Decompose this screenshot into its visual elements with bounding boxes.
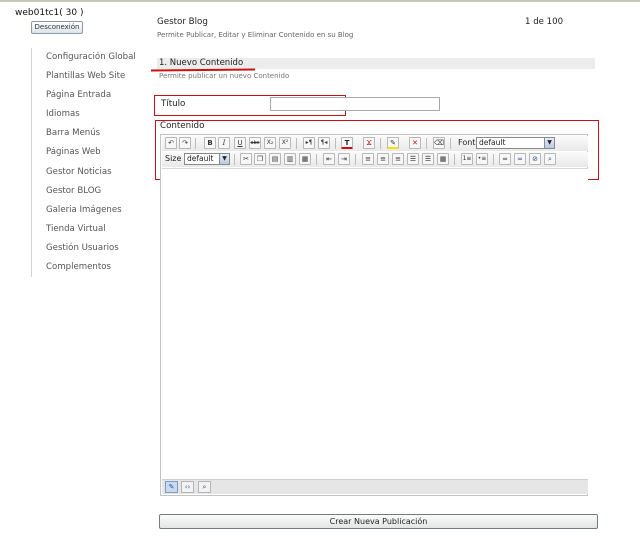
toolbar-separator — [195, 138, 196, 149]
module-title: Gestor Blog — [157, 17, 208, 27]
rich-text-editor: ↶ ↷ B I U abc X₂ X² ▸¶ ¶◂ T Ϫ ✎ ✕ ⌫ Font… — [160, 134, 588, 496]
editor-toolbar-row-2: Size default ▼ ✂ ❐ ▤ ▥ ▦ ⇤ ⇥ ≡ ≡ ≡ ☰ ☰ ▦… — [162, 152, 588, 167]
top-border — [0, 0, 640, 2]
size-label: Size — [165, 154, 182, 163]
align-left-icon[interactable]: ≡ — [362, 153, 374, 165]
editor-content-area[interactable] — [162, 168, 588, 479]
logout-button[interactable]: Desconexión — [31, 21, 83, 34]
chevron-down-icon: ▼ — [544, 138, 554, 148]
highlight-color-icon[interactable]: ✎ — [387, 137, 399, 149]
ltr-icon[interactable]: ▸¶ — [303, 137, 315, 149]
ordered-list-icon[interactable]: 1≡ — [461, 153, 473, 165]
toolbar-separator — [316, 154, 317, 165]
sidebar-item-plantillas[interactable]: Plantillas Web Site — [32, 67, 141, 86]
unlink-icon[interactable]: ⊘ — [529, 153, 541, 165]
chevron-down-icon: ▼ — [219, 154, 229, 164]
sidebar: Configuración Global Plantillas Web Site… — [31, 48, 141, 278]
table-icon[interactable]: ▦ — [437, 153, 449, 165]
title-label: Título — [161, 99, 186, 109]
subscript-icon[interactable]: X₂ — [264, 137, 276, 149]
justify-icon[interactable]: ☰ — [407, 153, 419, 165]
toolbar-separator — [296, 138, 297, 149]
create-post-button[interactable]: Crear Nueva Publicación — [159, 514, 598, 529]
indent-icon[interactable]: ⇥ — [338, 153, 350, 165]
remove-text-color-icon[interactable]: Ϫ — [363, 137, 375, 149]
align-center-icon[interactable]: ≡ — [377, 153, 389, 165]
toolbar-separator — [426, 138, 427, 149]
sidebar-item-idiomas[interactable]: Idiomas — [32, 105, 141, 124]
link-icon[interactable]: ∞ — [514, 153, 526, 165]
toolbar-separator — [380, 138, 381, 149]
pager-count: 1 de 100 — [525, 17, 564, 27]
font-select[interactable]: default ▼ — [476, 137, 555, 149]
sidebar-item-usuarios[interactable]: Gestión Usuarios — [32, 239, 141, 258]
toolbar-separator — [493, 154, 494, 165]
toolbar-separator — [355, 154, 356, 165]
size-select-value: default — [187, 154, 214, 163]
bold-icon[interactable]: B — [204, 137, 216, 149]
sidebar-item-tienda[interactable]: Tienda Virtual — [32, 220, 141, 239]
sidebar-item-barra-menus[interactable]: Barra Menús — [32, 124, 141, 143]
toolbar-separator — [450, 138, 451, 149]
superscript-icon[interactable]: X² — [279, 137, 291, 149]
align-full-icon[interactable]: ☰ — [422, 153, 434, 165]
content-label: Contenido — [160, 121, 205, 131]
sidebar-item-complementos[interactable]: Complementos — [32, 258, 141, 277]
sidebar-item-pagina-entrada[interactable]: Página Entrada — [32, 86, 141, 105]
copy-icon[interactable]: ❐ — [254, 153, 266, 165]
section-subtitle: Permite publicar un nuevo Contenido — [159, 72, 290, 80]
module-subtitle: Permite Publicar, Editar y Eliminar Cont… — [157, 31, 354, 39]
design-mode-icon[interactable]: ✎ — [165, 481, 178, 493]
editor-toolbar-row-1: ↶ ↷ B I U abc X₂ X² ▸¶ ¶◂ T Ϫ ✎ ✕ ⌫ Font… — [162, 136, 588, 151]
sidebar-item-galeria[interactable]: Galeria Imágenes — [32, 201, 141, 220]
size-select[interactable]: default ▼ — [184, 153, 230, 165]
section-title: 1. Nuevo Contenido — [159, 58, 244, 68]
sidebar-item-configuracion-global[interactable]: Configuración Global — [32, 48, 141, 67]
toolbar-separator — [234, 154, 235, 165]
title-input[interactable] — [270, 97, 440, 111]
rtl-icon[interactable]: ¶◂ — [318, 137, 330, 149]
toolbar-separator — [454, 154, 455, 165]
sidebar-item-gestor-noticias[interactable]: Gestor Noticias — [32, 163, 141, 182]
underline-icon[interactable]: U — [234, 137, 246, 149]
cut-icon[interactable]: ✂ — [240, 153, 252, 165]
preview-mode-icon[interactable]: ⌕ — [198, 481, 211, 493]
sidebar-item-paginas-web[interactable]: Páginas Web — [32, 143, 141, 162]
strikethrough-icon[interactable]: abc — [249, 137, 261, 149]
redo-icon[interactable]: ↷ — [179, 137, 191, 149]
undo-icon[interactable]: ↶ — [165, 137, 177, 149]
unordered-list-icon[interactable]: •≡ — [476, 153, 488, 165]
outdent-icon[interactable]: ⇤ — [323, 153, 335, 165]
html-mode-icon[interactable]: ‹› — [181, 481, 194, 493]
eraser-icon[interactable]: ⌫ — [433, 137, 445, 149]
font-label: Font — [458, 138, 476, 147]
preview-icon[interactable]: ⌕ — [544, 153, 556, 165]
sidebar-item-gestor-blog[interactable]: Gestor BLOG — [32, 182, 141, 201]
font-select-value: default — [479, 138, 506, 147]
editor-mode-bar: ✎ ‹› ⌕ — [162, 479, 588, 494]
align-right-icon[interactable]: ≡ — [392, 153, 404, 165]
text-color-icon[interactable]: T — [341, 137, 353, 149]
paste-text-icon[interactable]: ▥ — [284, 153, 296, 165]
paste-word-icon[interactable]: ▦ — [299, 153, 311, 165]
session-user: web01tc1( 30 ) — [15, 8, 84, 18]
horizontal-rule-icon[interactable]: ═ — [499, 153, 511, 165]
paste-icon[interactable]: ▤ — [269, 153, 281, 165]
remove-highlight-icon[interactable]: ✕ — [409, 137, 421, 149]
italic-icon[interactable]: I — [218, 137, 230, 149]
toolbar-separator — [335, 138, 336, 149]
